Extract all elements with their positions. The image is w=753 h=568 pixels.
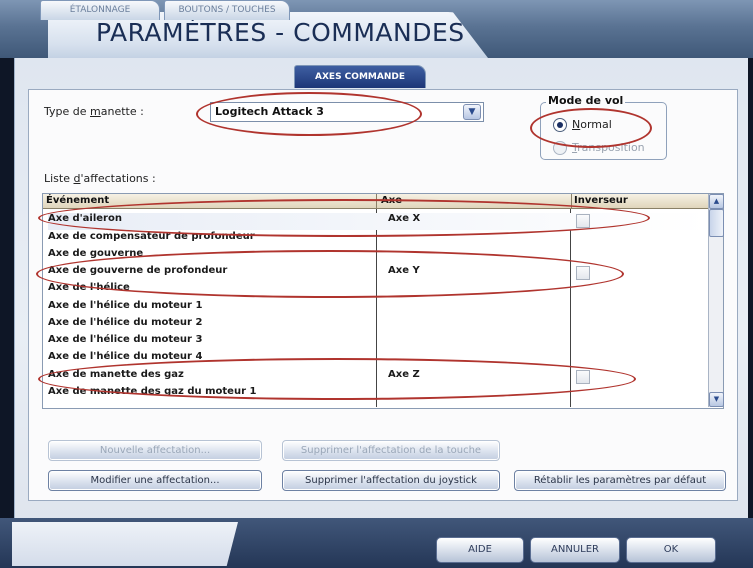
tab-calibration[interactable]: ÉTALONNAGE [40,0,160,20]
table-row[interactable]: Axe de l'hélice du moteur 1 [48,300,202,317]
row-event: Axe de l'hélice du moteur 4 [48,351,203,362]
row-event: Axe de manette des gaz [48,369,184,380]
table-row[interactable]: Axe de l'hélice du moteur 4 [48,351,202,368]
radio-normal-label[interactable]: Normal [572,118,612,131]
delete-key-assignment-button[interactable]: Supprimer l'affectation de la touche [282,440,500,461]
row-event: Axe de l'hélice [48,282,130,293]
column-header-invert[interactable]: Inverseur [572,194,710,209]
controller-type-value: Logitech Attack 3 [215,105,324,118]
modify-assignment-button[interactable]: Modifier une affectation... [48,470,262,491]
radio-transposition[interactable] [553,141,567,155]
table-row[interactable]: Axe de compensateur de profondeur [48,231,255,248]
reset-defaults-button[interactable]: Rétablir les paramètres par défaut [514,470,726,491]
new-assignment-button[interactable]: Nouvelle affectation... [48,440,262,461]
invert-checkbox[interactable] [576,214,590,228]
row-event: Axe d'aileron [48,213,122,224]
table-row[interactable]: Axe de l'hélice du moteur 2 [48,317,202,334]
help-button[interactable]: AIDE [436,537,524,563]
row-event: Axe de l'hélice du moteur 2 [48,317,203,328]
table-row[interactable]: Axe de l'hélice [48,282,130,299]
chevron-down-icon[interactable]: ▼ [463,104,481,120]
column-header-event[interactable]: Événement [43,194,377,209]
assignments-table[interactable]: Événement Axe Inverseur Axe d'aileron Ax… [42,193,724,409]
invert-checkbox[interactable] [576,370,590,384]
row-event: Axe de compensateur de profondeur [48,231,255,242]
row-axis: Axe Y [388,265,420,276]
controller-type-select[interactable]: Logitech Attack 3 ▼ [210,102,484,122]
row-axis: Axe Z [388,369,420,380]
delete-joystick-assignment-button[interactable]: Supprimer l'affectation du joystick [282,470,500,491]
table-row[interactable]: Axe d'aileron Axe X [48,213,708,230]
row-event: Axe de manette des gaz du moteur 1 [48,386,257,397]
invert-checkbox[interactable] [576,266,590,280]
cancel-button[interactable]: ANNULER [530,537,620,563]
row-event: Axe de gouverne [48,248,144,259]
ok-button[interactable]: OK [626,537,716,563]
radio-normal[interactable] [553,118,567,132]
tab-buttons-keys[interactable]: BOUTONS / TOUCHES [164,0,290,20]
table-row[interactable]: Axe de gouverne de profondeur Axe Y [48,265,708,282]
radio-transposition-label[interactable]: Transposition [572,141,645,154]
table-row[interactable]: Axe de manette des gaz Axe Z [48,369,708,386]
table-row[interactable]: Axe de l'hélice du moteur 3 [48,334,202,351]
scroll-up-icon[interactable]: ▲ [709,194,724,209]
table-row[interactable]: Axe de gouverne [48,248,143,265]
scroll-thumb[interactable] [709,209,724,237]
footer-plate [12,522,238,566]
row-axis: Axe X [388,213,421,224]
table-row[interactable]: Axe de manette des gaz du moteur 1 [48,386,256,403]
scroll-down-icon[interactable]: ▼ [709,392,724,407]
vertical-scrollbar[interactable]: ▲ ▼ [708,194,724,407]
row-event: Axe de gouverne de profondeur [48,265,228,276]
column-header-axis[interactable]: Axe [377,194,572,209]
row-event: Axe de l'hélice du moteur 3 [48,334,203,345]
settings-window: PARAMÈTRES - COMMANDES ÉTALONNAGE BOUTON… [0,0,753,568]
tab-control-axes[interactable]: AXES COMMANDE [294,65,426,88]
row-event: Axe de l'hélice du moteur 1 [48,300,203,311]
window-title: PARAMÈTRES - COMMANDES [96,18,465,47]
flight-mode-legend: Mode de vol [546,94,626,107]
controller-type-label: Type de manette : [44,105,144,118]
assignments-label: Liste d'affectations : [44,172,156,185]
radio-dot-icon [557,122,563,128]
